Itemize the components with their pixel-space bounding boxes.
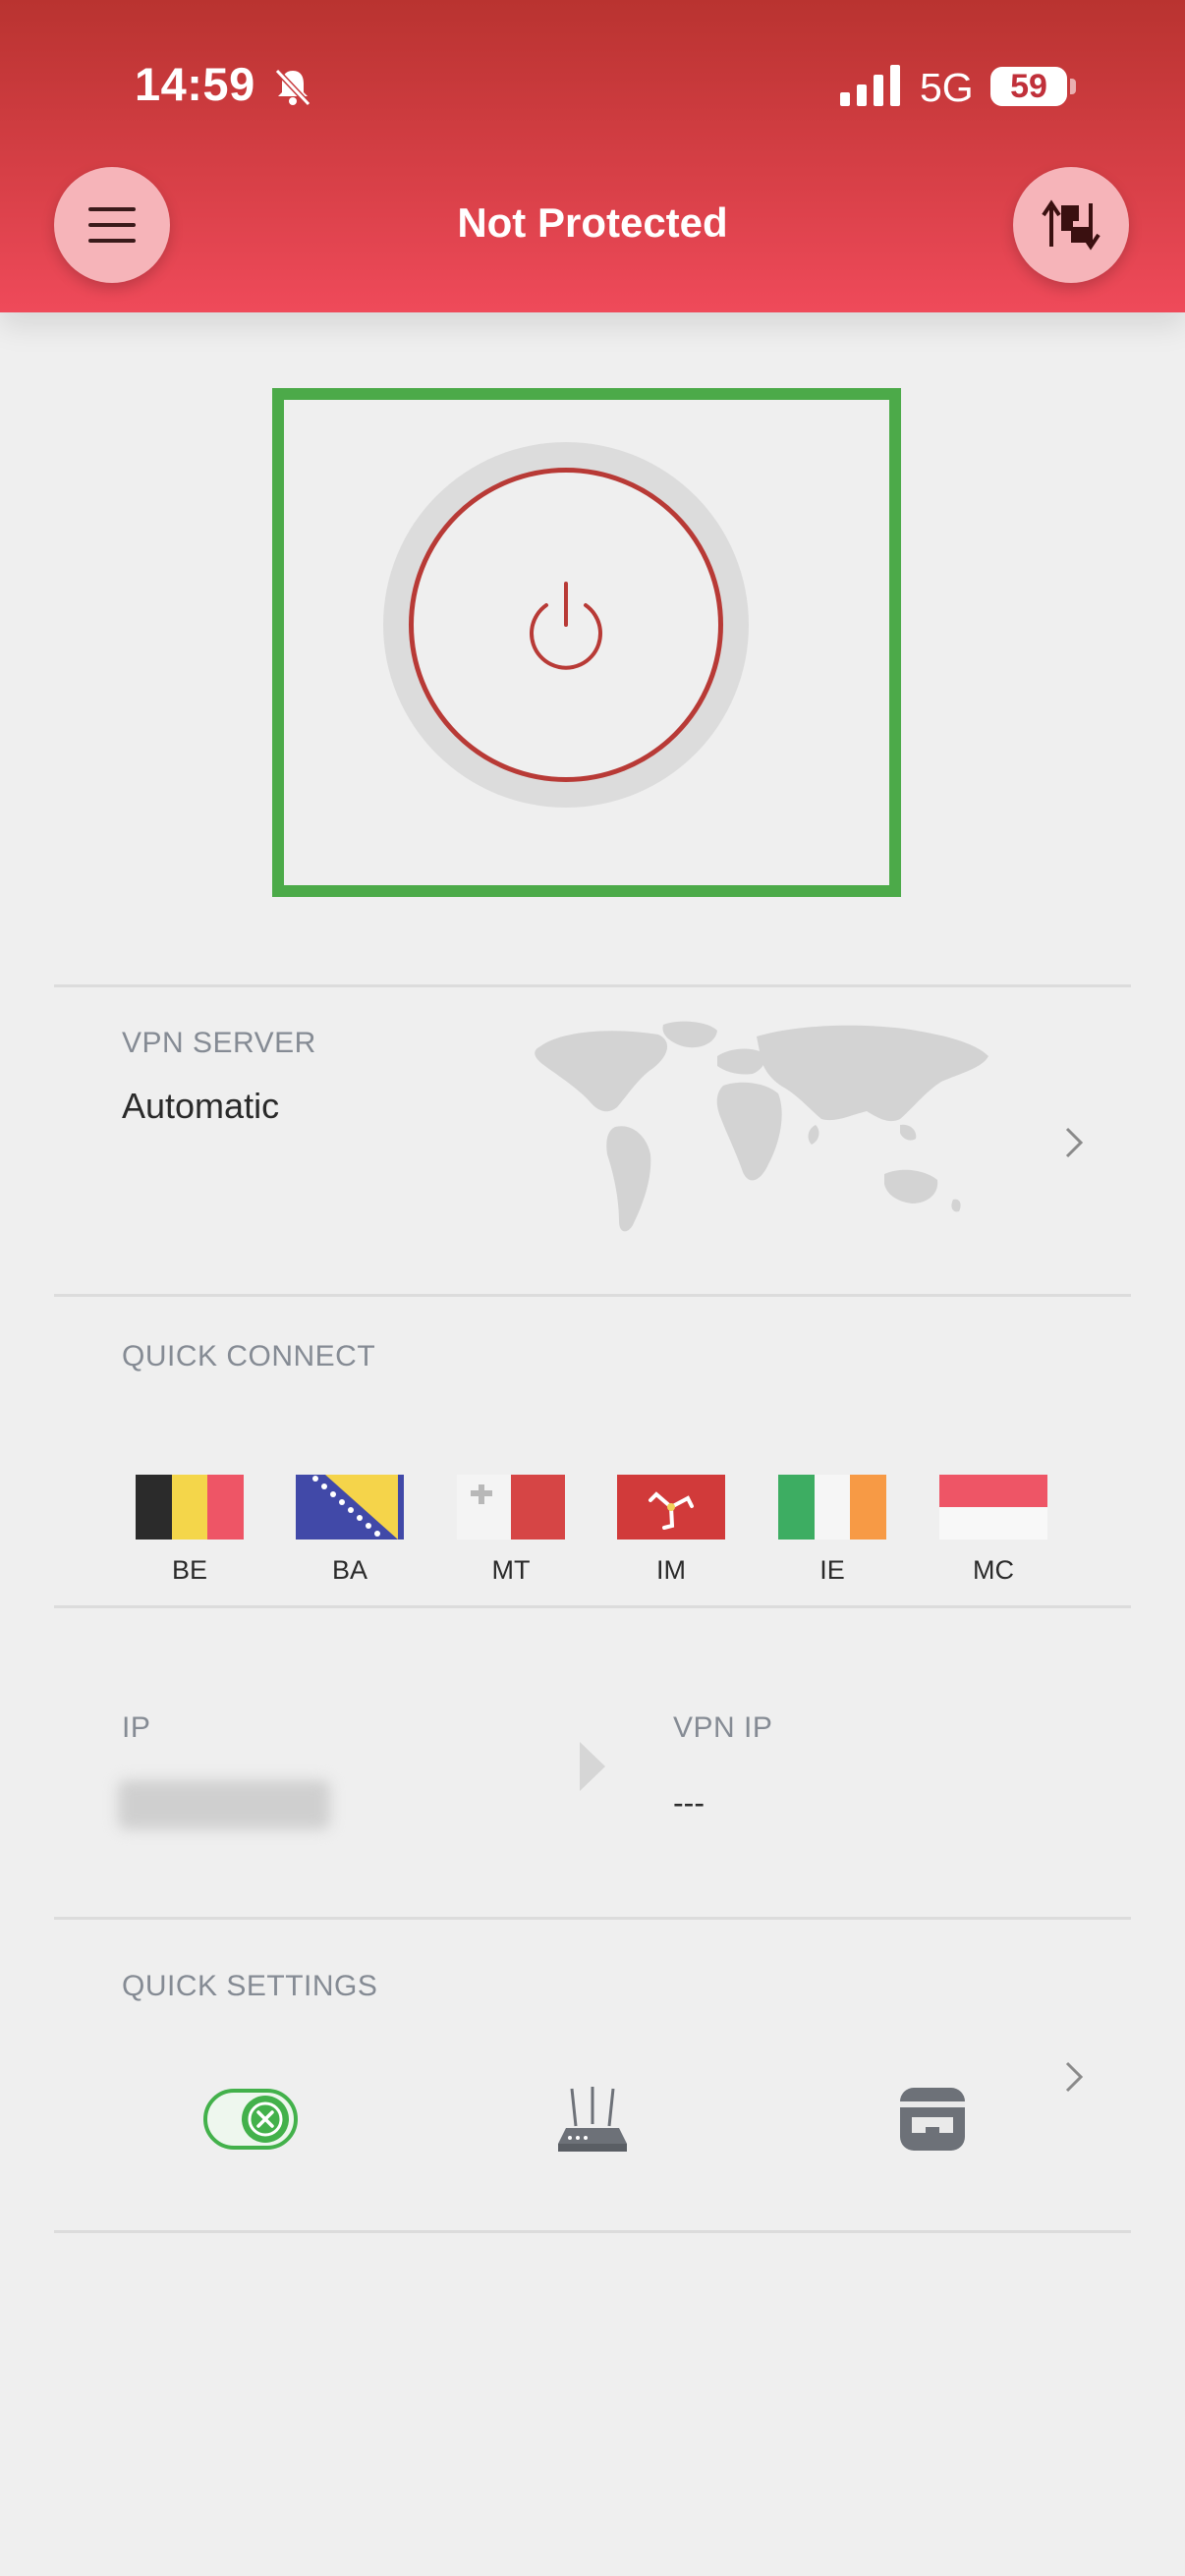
muted-bell-icon bbox=[274, 68, 311, 107]
quick-connect-im[interactable]: IM bbox=[616, 1475, 726, 1586]
country-code: IM bbox=[656, 1555, 686, 1585]
divider bbox=[54, 1605, 1131, 1608]
ad-block-icon[interactable] bbox=[898, 2086, 967, 2153]
quick-connect-mt[interactable]: MT bbox=[456, 1475, 566, 1586]
quick-connect-ie[interactable]: IE bbox=[777, 1475, 887, 1586]
ip-address-redacted bbox=[118, 1780, 330, 1829]
country-code: MT bbox=[491, 1555, 531, 1585]
app-header: 14:59 5G 59 Not Protected bbox=[0, 0, 1185, 312]
divider bbox=[54, 1917, 1131, 1920]
quick-connect-mc[interactable]: MC bbox=[938, 1475, 1048, 1586]
arrow-right-icon bbox=[580, 1742, 605, 1791]
quick-settings-label: QUICK SETTINGS bbox=[122, 1970, 378, 2002]
vpn-ip-value: --- bbox=[673, 1785, 705, 1820]
ireland-flag-icon bbox=[778, 1475, 886, 1540]
country-code: BA bbox=[331, 1555, 368, 1585]
power-icon bbox=[530, 582, 602, 670]
isle-of-man-flag-icon bbox=[617, 1475, 725, 1540]
divider bbox=[54, 2230, 1131, 2233]
quick-connect-label: QUICK CONNECT bbox=[122, 1340, 376, 1372]
switch-server-button[interactable] bbox=[1013, 167, 1129, 283]
malta-flag-icon bbox=[457, 1475, 565, 1540]
vpn-ip-label: VPN IP bbox=[673, 1711, 773, 1744]
battery-indicator: 59 bbox=[990, 67, 1067, 106]
country-code: IE bbox=[819, 1555, 845, 1585]
status-time: 14:59 bbox=[135, 58, 255, 110]
connect-power-button[interactable] bbox=[409, 468, 723, 782]
cellular-signal-icon bbox=[840, 65, 900, 106]
world-map-icon bbox=[535, 1021, 988, 1232]
connection-status-title: Not Protected bbox=[457, 199, 728, 246]
swap-servers-icon bbox=[1042, 199, 1100, 251]
country-code: BE bbox=[171, 1555, 208, 1585]
network-type: 5G bbox=[920, 65, 974, 110]
router-icon[interactable] bbox=[556, 2085, 629, 2156]
country-code: MC bbox=[973, 1555, 1014, 1585]
vpn-server-label: VPN SERVER bbox=[122, 1027, 316, 1059]
quick-connect-ba[interactable]: BA bbox=[295, 1475, 405, 1586]
belgium-flag-icon bbox=[136, 1475, 244, 1540]
vpn-server-value: Automatic bbox=[122, 1086, 280, 1126]
ip-label: IP bbox=[122, 1711, 151, 1744]
kill-switch-toggle-icon[interactable] bbox=[202, 2088, 299, 2151]
monaco-flag-icon bbox=[939, 1475, 1047, 1540]
chevron-right-icon bbox=[1065, 1127, 1084, 1158]
battery-level: 59 bbox=[1010, 68, 1047, 105]
chevron-right-icon[interactable] bbox=[1059, 2057, 1089, 2097]
divider bbox=[54, 1294, 1131, 1297]
quick-connect-be[interactable]: BE bbox=[135, 1475, 245, 1586]
bosnia-flag-icon bbox=[296, 1475, 404, 1540]
